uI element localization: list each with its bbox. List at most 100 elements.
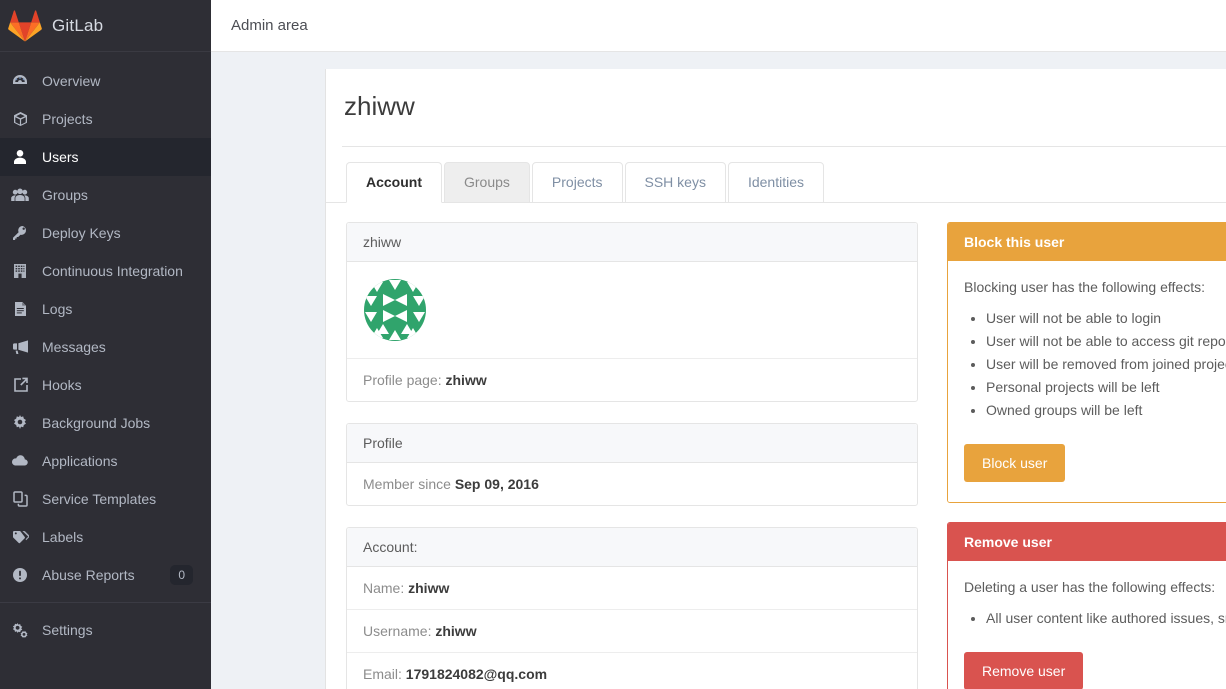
list-item: User will not be able to access git repo… [986, 330, 1226, 353]
tag-icon [10, 528, 30, 546]
account-name-label: Name: [363, 580, 405, 596]
content-columns: zhiww Profile page: zhiww Profile Member… [346, 204, 1226, 689]
brand-header[interactable]: GitLab [0, 0, 211, 52]
block-user-button[interactable]: Block user [964, 444, 1066, 482]
remove-user-intro: Deleting a user has the following effect… [964, 579, 1216, 595]
account-email-value[interactable]: 1791824082@qq.com [406, 666, 547, 682]
sidebar-item-label: Users [42, 149, 79, 165]
block-user-panel: Block this user Blocking user has the fo… [947, 222, 1226, 503]
profile-page-link[interactable]: zhiww [446, 372, 487, 388]
gitlab-tanuki-logo-icon [8, 9, 42, 42]
list-item: User will be removed from joined project… [986, 353, 1226, 376]
cube-icon [10, 110, 30, 128]
tab-label: Projects [551, 174, 603, 190]
dashboard-icon [10, 72, 30, 90]
sidebar-item-groups[interactable]: Groups [0, 176, 211, 214]
sidebar-item-continuous-integration[interactable]: Continuous Integration [0, 252, 211, 290]
sidebar-item-label: Logs [42, 301, 73, 317]
sidebar-item-logs[interactable]: Logs [0, 290, 211, 328]
sidebar-item-label: Continuous Integration [42, 263, 183, 279]
remove-user-panel: Remove user Deleting a user has the foll… [947, 522, 1226, 689]
tab-label: SSH keys [644, 174, 706, 190]
sidebar-item-label: Hooks [42, 377, 82, 393]
sidebar-item-background-jobs[interactable]: Background Jobs [0, 404, 211, 442]
account-username-row: Username: zhiww [347, 610, 917, 653]
topbar-title: Admin area [231, 17, 308, 34]
remove-user-button[interactable]: Remove user [964, 652, 1084, 689]
block-user-panel-title: Block this user [948, 223, 1226, 261]
remove-user-effects-list: All user content like authored issues, s… [986, 607, 1226, 630]
main-area: Admin area zhiww Account Groups Projects [211, 0, 1226, 689]
sidebar-item-projects[interactable]: Projects [0, 100, 211, 138]
account-username-value: zhiww [435, 623, 477, 639]
account-username-label: Username: [363, 623, 432, 639]
sidebar-item-label: Labels [42, 529, 84, 545]
content-panel: zhiww Account Groups Projects SSH keys I… [325, 69, 1226, 689]
sidebar-item-applications[interactable]: Applications [0, 442, 211, 480]
user-tabs: Account Groups Projects SSH keys Identit… [346, 147, 1226, 203]
file-text-icon [10, 300, 30, 318]
sidebar-divider [0, 602, 211, 603]
user-icon [10, 148, 30, 166]
right-column: Block this user Blocking user has the fo… [947, 222, 1226, 689]
tab-groups[interactable]: Groups [444, 162, 530, 203]
list-item: User will not be able to login [986, 307, 1226, 330]
sidebar-item-service-templates[interactable]: Service Templates [0, 480, 211, 518]
admin-area-page: GitLab Overview Projects Users Groups De… [0, 0, 1226, 689]
sidebar-item-messages[interactable]: Messages [0, 328, 211, 366]
sidebar-item-hooks[interactable]: Hooks [0, 366, 211, 404]
profile-card-header: Profile [347, 424, 917, 463]
list-item: Owned groups will be left [986, 399, 1226, 422]
bullhorn-icon [10, 338, 30, 356]
account-card: Account: Name: zhiww Username: zhiww Ema… [346, 527, 918, 689]
key-icon [10, 224, 30, 242]
building-icon [10, 262, 30, 280]
sidebar-item-label: Deploy Keys [42, 225, 121, 241]
remove-user-panel-body: Deleting a user has the following effect… [948, 561, 1226, 689]
external-link-icon [10, 376, 30, 394]
sidebar-item-label: Applications [42, 453, 118, 469]
sidebar-item-label: Background Jobs [42, 415, 151, 431]
tab-label: Account [366, 174, 422, 190]
block-user-intro: Blocking user has the following effects: [964, 279, 1205, 295]
tab-identities[interactable]: Identities [727, 162, 825, 203]
sidebar-item-users[interactable]: Users [0, 138, 211, 176]
profile-card: Profile Member since Sep 09, 2016 [346, 423, 918, 506]
sidebar-item-label: Overview [42, 73, 101, 89]
tab-label: Groups [464, 174, 510, 190]
sidebar-item-label: Projects [42, 111, 93, 127]
tab-projects[interactable]: Projects [531, 162, 623, 203]
member-since-row: Member since Sep 09, 2016 [347, 463, 917, 505]
brand-name: GitLab [52, 15, 104, 35]
profile-page-label: Profile page: [363, 372, 442, 388]
page-title: zhiww [342, 69, 1226, 147]
tab-ssh-keys[interactable]: SSH keys [624, 162, 726, 203]
user-card-header: zhiww [347, 223, 917, 262]
sidebar-nav: Overview Projects Users Groups Deploy Ke… [0, 52, 211, 649]
member-since-value: Sep 09, 2016 [454, 476, 539, 492]
profile-page-row: Profile page: zhiww [347, 359, 917, 401]
tab-label: Identities [747, 174, 805, 190]
block-user-effects-list: User will not be able to login User will… [986, 307, 1226, 422]
sidebar-item-label: Settings [42, 622, 93, 638]
cloud-icon [10, 452, 30, 470]
sidebar-item-labels[interactable]: Labels [0, 518, 211, 556]
tab-account[interactable]: Account [346, 162, 442, 203]
sidebar: GitLab Overview Projects Users Groups De… [0, 0, 211, 689]
block-user-panel-body: Blocking user has the following effects:… [948, 261, 1226, 502]
account-card-header: Account: [347, 528, 917, 567]
sidebar-item-overview[interactable]: Overview [0, 62, 211, 100]
member-since-label: Member since [363, 476, 451, 492]
user-card: zhiww Profile page: zhiww [346, 222, 918, 402]
sidebar-item-deploy-keys[interactable]: Deploy Keys [0, 214, 211, 252]
topbar: Admin area [211, 0, 1226, 52]
gear-icon [10, 414, 30, 432]
remove-user-panel-title: Remove user [948, 523, 1226, 561]
sidebar-item-settings[interactable]: Settings [0, 611, 211, 649]
list-item: All user content like authored issues, s… [986, 607, 1226, 630]
sidebar-item-abuse-reports[interactable]: Abuse Reports 0 [0, 556, 211, 594]
sidebar-item-label: Abuse Reports [42, 567, 135, 583]
left-column: zhiww Profile page: zhiww Profile Member… [346, 222, 918, 689]
avatar-row [347, 262, 917, 359]
list-item: Personal projects will be left [986, 376, 1226, 399]
